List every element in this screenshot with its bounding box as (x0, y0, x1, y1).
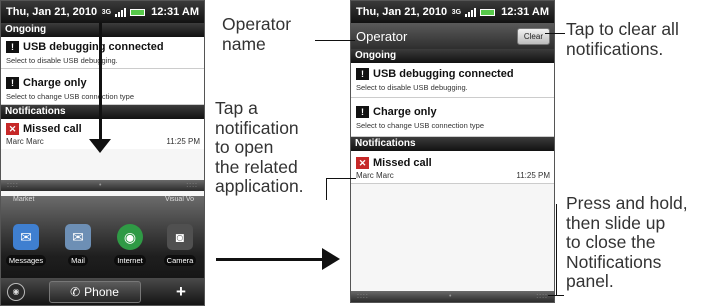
app-label: Mail (68, 255, 88, 266)
status-time: 12:31 AM (501, 6, 549, 18)
notification-title: USB debugging connected (23, 41, 164, 53)
network-type-icon: 3G (451, 8, 462, 16)
transition-arrow-line (216, 258, 324, 261)
battery-icon (130, 8, 146, 16)
app-label: Camera (163, 255, 197, 266)
status-date: Thu, Jan 21, 2010 (356, 6, 448, 18)
operator-name: Operator (356, 28, 408, 44)
callout-operator-name: Operator name (222, 14, 292, 54)
phone-label: Phone (84, 284, 119, 299)
notification-panel-handle[interactable]: :::: • :::: (351, 291, 554, 302)
callout-tap-clear: Tap to clear all notifications. (566, 19, 679, 59)
phone-screen-before: Thu, Jan 21, 2010 3G 12:31 AM Ongoing ! U… (0, 0, 205, 306)
app-label: Internet (114, 255, 146, 266)
app-internet[interactable]: ◉ Internet (108, 224, 152, 268)
caller-name: Marc Marc (356, 171, 394, 180)
app-messages[interactable]: ✉ Messages (4, 224, 48, 268)
leader-notification-v (326, 178, 327, 200)
leader-clear (545, 33, 565, 34)
usb-debugging-notification[interactable]: ! USB debugging connected Select to disab… (351, 63, 554, 98)
missed-call-notification[interactable]: ✕ Missed call Marc Marc 11:25 PM (351, 151, 554, 184)
clear-button[interactable]: Clear (516, 27, 550, 45)
mail-icon: ✉ (65, 224, 91, 250)
notification-subtitle: Select to change USB connection type (356, 121, 484, 130)
notification-title: Missed call (23, 123, 82, 135)
status-date: Thu, Jan 21, 2010 (6, 6, 98, 18)
usb-debugging-notification[interactable]: ! USB debugging connected Select to disab… (1, 37, 204, 69)
drag-arrow-line (99, 23, 102, 141)
messages-icon: ✉ (13, 224, 39, 250)
operator-bar: Operator Clear (351, 23, 554, 49)
battery-icon (480, 8, 496, 16)
app-label: Messages (5, 255, 47, 266)
missed-call-icon: ✕ (356, 157, 369, 169)
phone-button[interactable]: ✆ Phone (48, 280, 141, 303)
camera-icon: ◙ (167, 224, 193, 250)
status-time: 12:31 AM (151, 6, 199, 18)
missed-call-icon: ✕ (6, 123, 19, 135)
notification-title: USB debugging connected (373, 68, 514, 80)
dock-label: Visual Vo (164, 196, 194, 203)
notification-title: Charge only (373, 106, 437, 118)
warning-icon: ! (356, 106, 369, 118)
add-button[interactable]: + (164, 281, 198, 303)
warning-icon: ! (6, 77, 19, 89)
drag-arrow-head (89, 139, 111, 153)
caller-name: Marc Marc (6, 137, 44, 146)
home-bottom-bar: ◉ ✆ Phone + (1, 278, 204, 305)
notifications-header: Notifications (351, 137, 554, 151)
notification-panel-handle[interactable]: :::: • :::: (1, 180, 204, 191)
notification-title: Missed call (373, 157, 432, 169)
callout-press-hold: Press and hold, then slide up to close t… (566, 193, 688, 292)
notification-subtitle: Select to change USB connection type (6, 92, 134, 101)
app-mail[interactable]: ✉ Mail (56, 224, 100, 268)
status-bar[interactable]: Thu, Jan 21, 2010 3G 12:31 AM (1, 1, 204, 23)
charge-only-notification[interactable]: ! Charge only Select to change USB connec… (351, 98, 554, 137)
globe-icon: ◉ (117, 224, 143, 250)
ongoing-header: Ongoing (351, 49, 554, 63)
empty-panel-area (351, 184, 554, 274)
call-time: 11:25 PM (166, 137, 200, 146)
signal-icon (465, 7, 477, 17)
phone-icon: ✆ (70, 284, 81, 299)
app-camera[interactable]: ◙ Camera (158, 224, 202, 268)
callout-tap-notification: Tap a notification to open the related a… (215, 98, 304, 197)
network-type-icon: 3G (101, 8, 112, 16)
notification-subtitle: Select to disable USB debugging. (6, 56, 118, 65)
notifications-header: Notifications (1, 105, 204, 119)
notification-title: Charge only (23, 77, 87, 89)
dock-label: Market (13, 196, 35, 203)
status-bar[interactable]: Thu, Jan 21, 2010 3G 12:31 AM (351, 1, 554, 23)
signal-icon (115, 7, 127, 17)
leader-notification-h (326, 178, 356, 179)
home-screen: Market Visual Vo ✉ Messages ✉ Mail ◉ Int… (1, 196, 204, 305)
warning-icon: ! (356, 68, 369, 80)
leader-press-hold-h (548, 295, 564, 296)
phone-screen-after: Thu, Jan 21, 2010 3G 12:31 AM Operator C… (350, 0, 555, 303)
leader-operator-h (315, 40, 355, 41)
all-apps-button[interactable]: ◉ (7, 282, 25, 301)
leader-press-hold-v (556, 204, 557, 296)
call-time: 11:25 PM (516, 171, 550, 180)
transition-arrow-head (322, 248, 340, 270)
notification-subtitle: Select to disable USB debugging. (356, 83, 468, 92)
warning-icon: ! (6, 41, 19, 53)
charge-only-notification[interactable]: ! Charge only Select to change USB connec… (1, 69, 204, 105)
ongoing-header: Ongoing (1, 23, 204, 37)
